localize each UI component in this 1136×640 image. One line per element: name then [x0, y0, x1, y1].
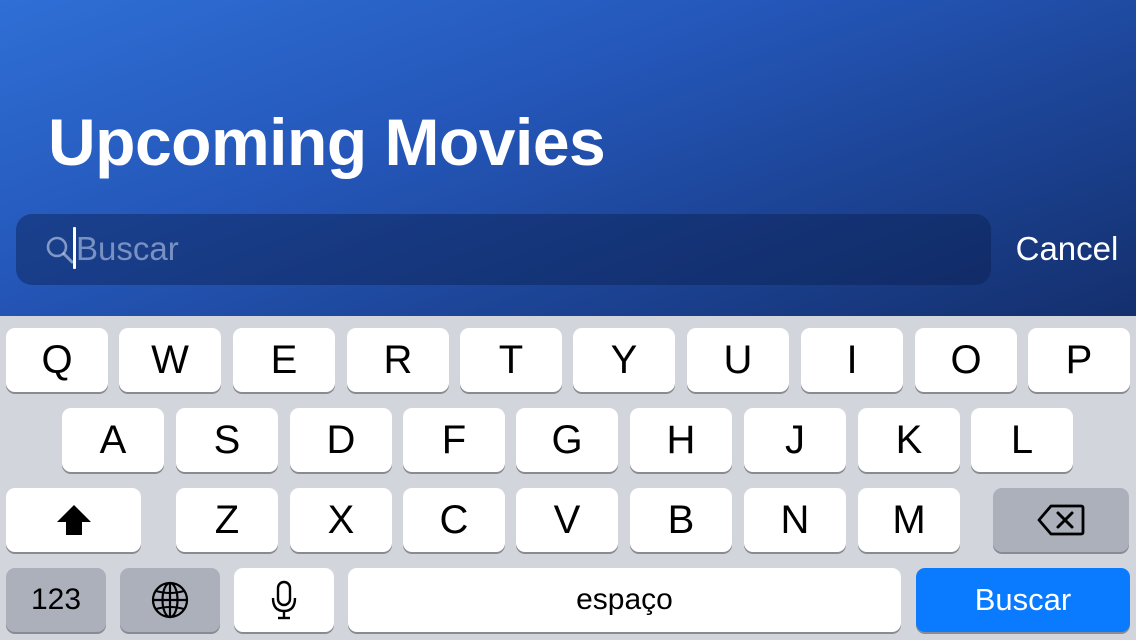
key-m[interactable]: M — [858, 488, 960, 552]
microphone-icon — [271, 580, 297, 620]
key-d[interactable]: D — [290, 408, 392, 472]
page-title: Upcoming Movies — [48, 105, 606, 179]
key-q[interactable]: Q — [6, 328, 108, 392]
cancel-button[interactable]: Cancel — [1008, 226, 1126, 272]
shift-icon — [56, 505, 91, 535]
key-h[interactable]: H — [630, 408, 732, 472]
key-k[interactable]: K — [858, 408, 960, 472]
key-f[interactable]: F — [403, 408, 505, 472]
key-c[interactable]: C — [403, 488, 505, 552]
key-p[interactable]: P — [1028, 328, 1130, 392]
search-bar[interactable] — [16, 214, 991, 285]
key-i[interactable]: I — [801, 328, 903, 392]
key-z[interactable]: Z — [176, 488, 278, 552]
numbers-key[interactable]: 123 — [6, 568, 106, 632]
key-l[interactable]: L — [971, 408, 1073, 472]
search-icon — [46, 236, 74, 264]
key-t[interactable]: T — [460, 328, 562, 392]
delete-icon — [1037, 504, 1085, 536]
navigation-header: Upcoming Movies Cancel — [0, 0, 1136, 316]
key-w[interactable]: W — [119, 328, 221, 392]
globe-key[interactable] — [120, 568, 220, 632]
search-return-key[interactable]: Buscar — [916, 568, 1130, 632]
key-g[interactable]: G — [516, 408, 618, 472]
dictation-key[interactable] — [234, 568, 334, 632]
delete-key[interactable] — [993, 488, 1129, 552]
key-j[interactable]: J — [744, 408, 846, 472]
key-n[interactable]: N — [744, 488, 846, 552]
text-cursor — [73, 227, 76, 269]
key-u[interactable]: U — [687, 328, 789, 392]
search-input[interactable] — [76, 224, 956, 274]
globe-icon — [151, 581, 189, 619]
key-y[interactable]: Y — [573, 328, 675, 392]
space-key[interactable]: espaço — [348, 568, 901, 632]
key-a[interactable]: A — [62, 408, 164, 472]
shift-key[interactable] — [6, 488, 141, 552]
key-v[interactable]: V — [516, 488, 618, 552]
key-o[interactable]: O — [915, 328, 1017, 392]
onscreen-keyboard: Q W E R T Y U I O P A S D F G H J K L Z … — [0, 316, 1136, 640]
key-b[interactable]: B — [630, 488, 732, 552]
key-s[interactable]: S — [176, 408, 278, 472]
key-e[interactable]: E — [233, 328, 335, 392]
key-x[interactable]: X — [290, 488, 392, 552]
key-r[interactable]: R — [347, 328, 449, 392]
